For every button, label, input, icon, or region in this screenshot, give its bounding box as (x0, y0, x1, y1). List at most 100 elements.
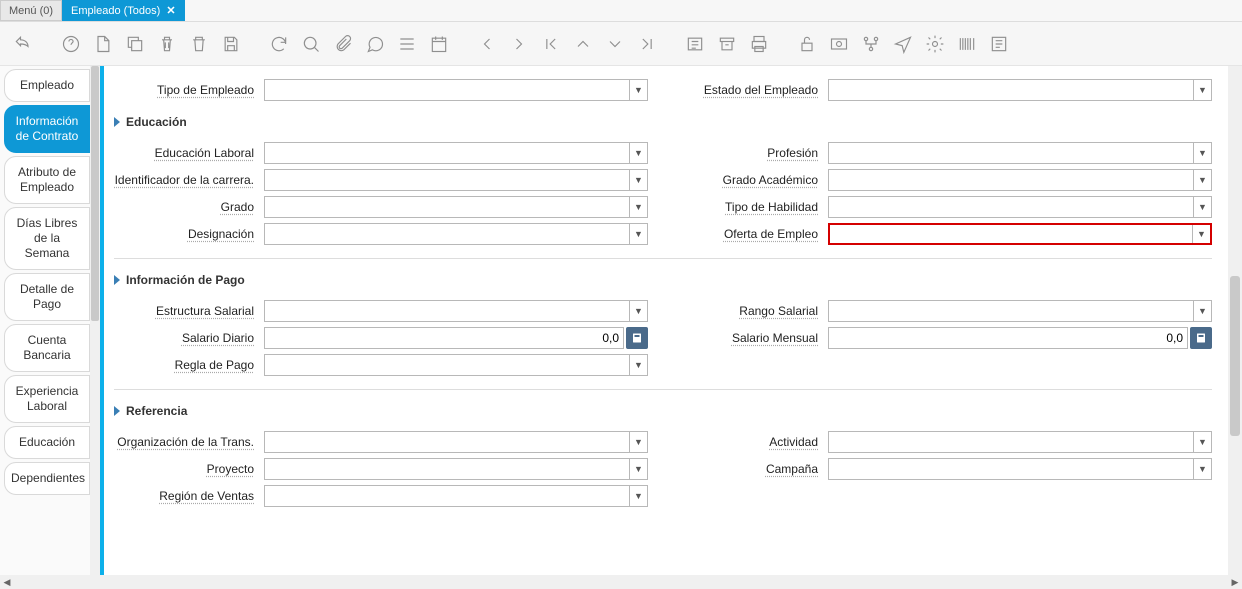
label-salario-mensual: Salario Mensual (678, 331, 828, 345)
tab-menu-label: Menú (0) (9, 5, 53, 17)
chat-button[interactable] (364, 33, 386, 55)
send-button[interactable] (892, 33, 914, 55)
copy-button[interactable] (124, 33, 146, 55)
label-profesion: Profesión (678, 146, 828, 160)
prev-button[interactable] (476, 33, 498, 55)
last-button[interactable] (636, 33, 658, 55)
sidebar-item-label: Información de Contrato (16, 114, 79, 143)
report-button[interactable] (684, 33, 706, 55)
label-proyecto: Proyecto (114, 462, 264, 476)
combo-campana[interactable]: ▼ (828, 458, 1212, 480)
chevron-down-icon: ▼ (629, 486, 647, 506)
sidebar-item-label: Dependientes (11, 471, 85, 485)
sidebar-item-label: Cuenta Bancaria (23, 333, 70, 362)
save-button[interactable] (220, 33, 242, 55)
undo-button[interactable] (12, 33, 34, 55)
form-panel: Tipo de Empleado ▼ Estado del Empleado ▼… (104, 66, 1228, 575)
sidebar-item-atributo[interactable]: Atributo de Empleado (4, 156, 90, 204)
sidebar-item-dependientes[interactable]: Dependientes (4, 462, 90, 495)
section-header-educacion[interactable]: Educación (114, 111, 1212, 133)
settings-button[interactable] (924, 33, 946, 55)
combo-id-carrera[interactable]: ▼ (264, 169, 648, 191)
combo-oferta-empleo[interactable]: ▼ (828, 223, 1212, 245)
chevron-down-icon: ▼ (1193, 197, 1211, 217)
down-button[interactable] (604, 33, 626, 55)
combo-designacion[interactable]: ▼ (264, 223, 648, 245)
bottom-scrollbar[interactable]: ◀ ▶ (0, 575, 1242, 589)
help-button[interactable] (60, 33, 82, 55)
triangle-icon (114, 275, 120, 285)
calendar-button[interactable] (428, 33, 450, 55)
tab-menu[interactable]: Menú (0) (0, 0, 62, 21)
first-button[interactable] (540, 33, 562, 55)
sidebar-scrollbar[interactable] (90, 66, 100, 575)
sidebar-item-label: Educación (19, 435, 75, 449)
archive-button[interactable] (716, 33, 738, 55)
chevron-down-icon: ▼ (629, 432, 647, 452)
combo-educacion-laboral[interactable]: ▼ (264, 142, 648, 164)
list-button[interactable] (396, 33, 418, 55)
delete-all-button[interactable] (188, 33, 210, 55)
scroll-right-icon[interactable]: ▶ (1228, 575, 1242, 589)
combo-region-ventas[interactable]: ▼ (264, 485, 648, 507)
sidebar-item-cuenta-bancaria[interactable]: Cuenta Bancaria (4, 324, 90, 372)
print-button[interactable] (748, 33, 770, 55)
input-salario-diario[interactable] (264, 327, 624, 349)
sidebar-item-info-contrato[interactable]: Información de Contrato (4, 105, 90, 153)
chevron-down-icon: ▼ (1193, 301, 1211, 321)
label-grado-academico: Grado Académico (678, 173, 828, 187)
combo-org-trans[interactable]: ▼ (264, 431, 648, 453)
calculator-button[interactable] (1190, 327, 1212, 349)
label-designacion: Designación (114, 227, 264, 241)
zoom-across-button[interactable] (828, 33, 850, 55)
search-button[interactable] (300, 33, 322, 55)
combo-grado[interactable]: ▼ (264, 196, 648, 218)
label-tipo-empleado: Tipo de Empleado (114, 83, 264, 97)
combo-regla-pago[interactable]: ▼ (264, 354, 648, 376)
combo-estructura-salarial[interactable]: ▼ (264, 300, 648, 322)
combo-actividad[interactable]: ▼ (828, 431, 1212, 453)
label-grado: Grado (114, 200, 264, 214)
section-header-pago[interactable]: Información de Pago (114, 269, 1212, 291)
sidebar-item-label: Detalle de Pago (20, 282, 74, 311)
refresh-button[interactable] (268, 33, 290, 55)
attach-button[interactable] (332, 33, 354, 55)
combo-estado-empleado[interactable]: ▼ (828, 79, 1212, 101)
up-button[interactable] (572, 33, 594, 55)
sidebar: Empleado Información de Contrato Atribut… (0, 66, 100, 575)
scroll-left-icon[interactable]: ◀ (0, 575, 14, 589)
tab-empleado-todos[interactable]: Empleado (Todos) ✕ (62, 0, 185, 21)
section-title: Referencia (126, 404, 187, 418)
workflow-button[interactable] (860, 33, 882, 55)
next-button[interactable] (508, 33, 530, 55)
sidebar-item-label: Atributo de Empleado (18, 165, 76, 194)
chevron-down-icon: ▼ (629, 80, 647, 100)
sidebar-item-educacion[interactable]: Educación (4, 426, 90, 459)
new-button[interactable] (92, 33, 114, 55)
combo-tipo-empleado[interactable]: ▼ (264, 79, 648, 101)
sidebar-item-detalle-pago[interactable]: Detalle de Pago (4, 273, 90, 321)
label-oferta-empleo: Oferta de Empleo (678, 227, 828, 241)
main-scrollbar[interactable] (1228, 66, 1242, 575)
sidebar-item-empleado[interactable]: Empleado (4, 69, 90, 102)
section-title: Información de Pago (126, 273, 245, 287)
info-button[interactable] (988, 33, 1010, 55)
combo-grado-academico[interactable]: ▼ (828, 169, 1212, 191)
unlock-button[interactable] (796, 33, 818, 55)
close-icon[interactable]: ✕ (166, 4, 175, 17)
combo-proyecto[interactable]: ▼ (264, 458, 648, 480)
combo-tipo-habilidad[interactable]: ▼ (828, 196, 1212, 218)
calculator-button[interactable] (626, 327, 648, 349)
input-salario-mensual[interactable] (828, 327, 1188, 349)
label-estado-empleado: Estado del Empleado (678, 83, 828, 97)
barcode-button[interactable] (956, 33, 978, 55)
toolbar (0, 22, 1242, 66)
sidebar-item-dias-libres[interactable]: Días Libres de la Semana (4, 207, 90, 270)
combo-profesion[interactable]: ▼ (828, 142, 1212, 164)
combo-rango-salarial[interactable]: ▼ (828, 300, 1212, 322)
delete-button[interactable] (156, 33, 178, 55)
section-header-referencia[interactable]: Referencia (114, 400, 1212, 422)
chevron-down-icon: ▼ (1193, 432, 1211, 452)
sidebar-item-experiencia[interactable]: Experiencia Laboral (4, 375, 90, 423)
chevron-down-icon: ▼ (629, 355, 647, 375)
